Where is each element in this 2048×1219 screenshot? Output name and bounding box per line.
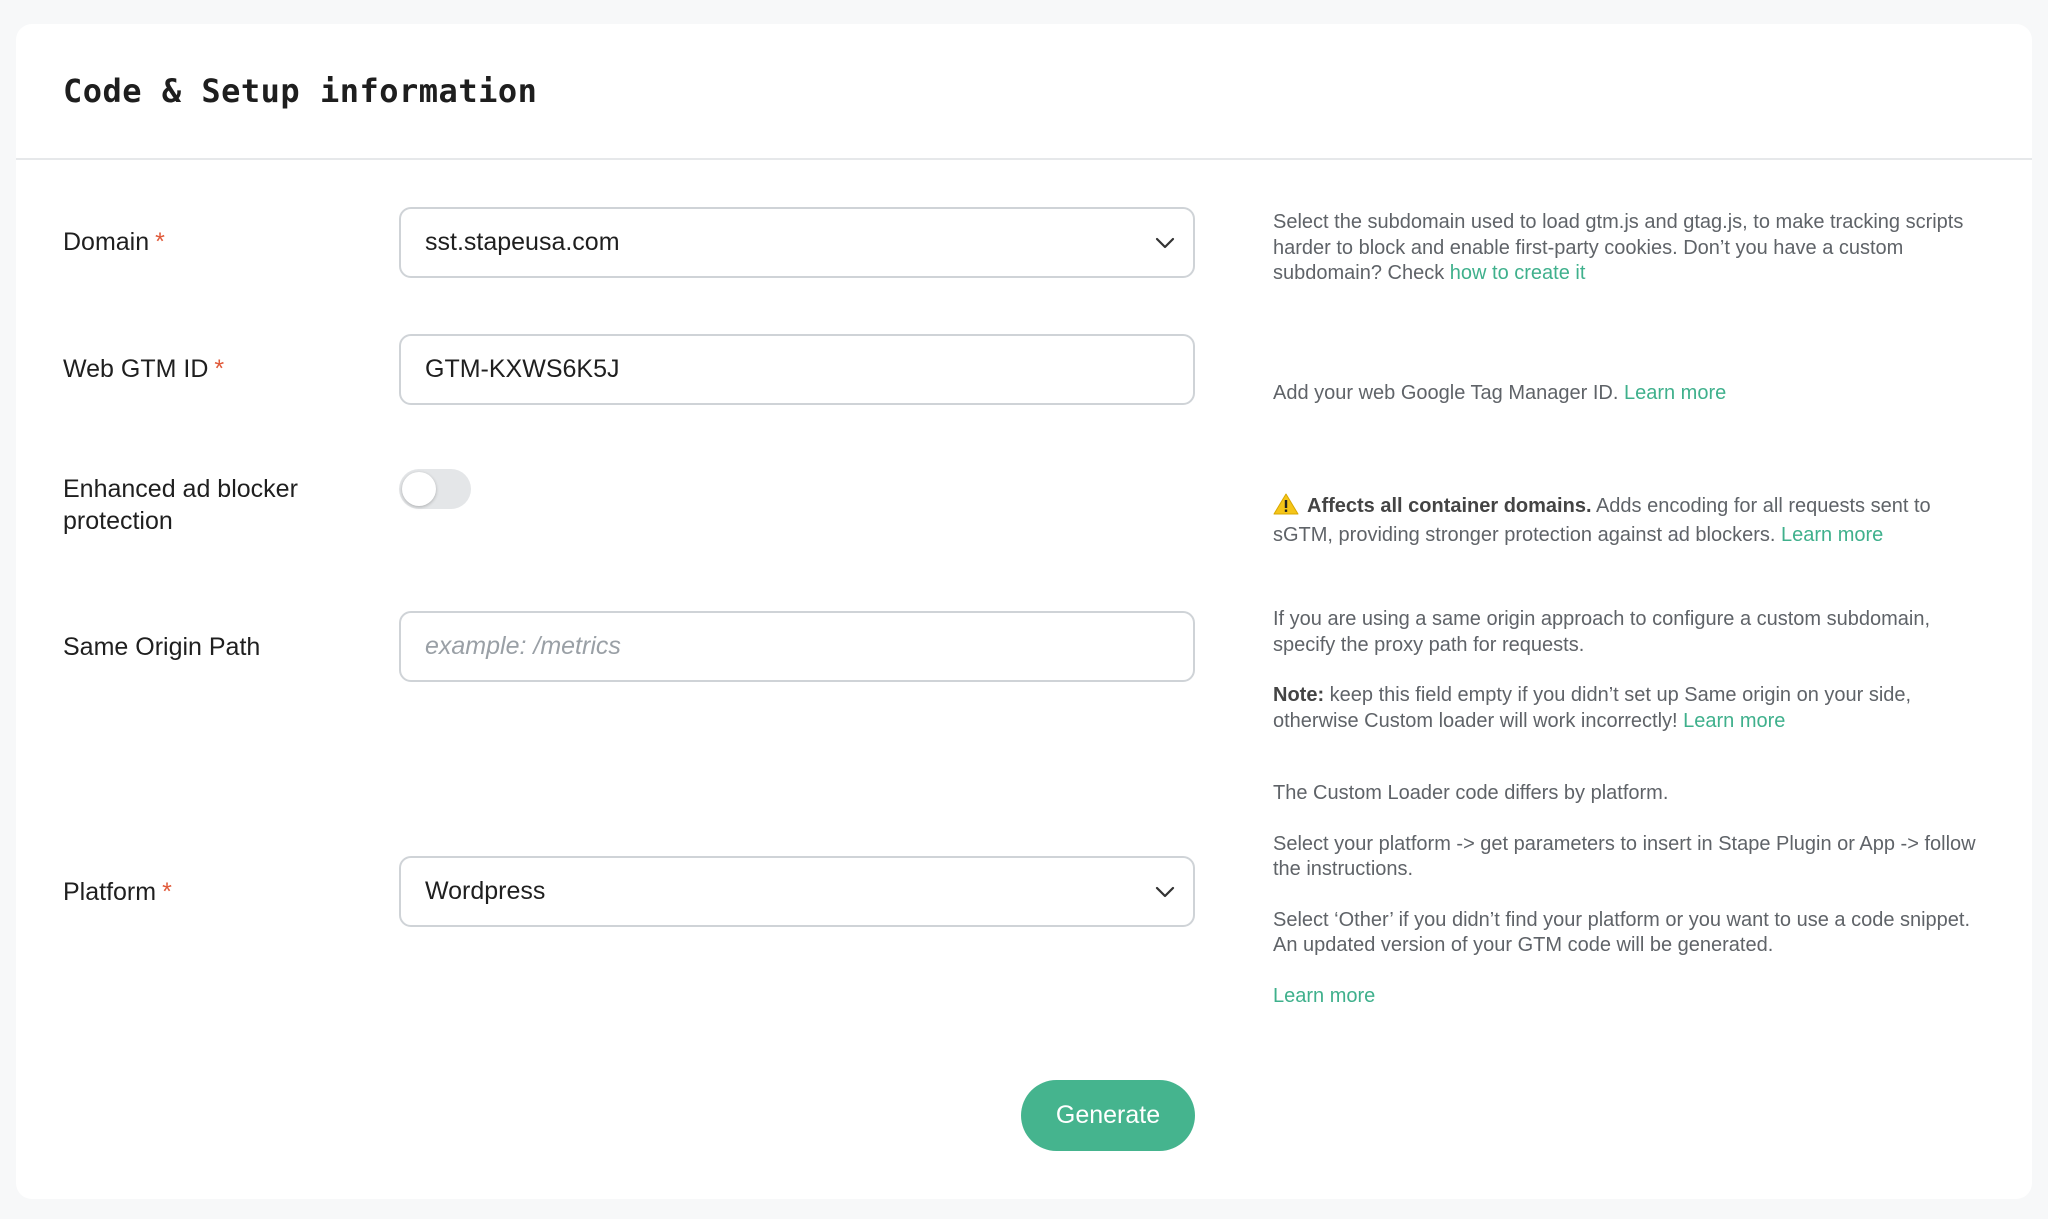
platform-help-2: Select your platform -> get parameters t… bbox=[1273, 832, 1976, 881]
required-mark: * bbox=[155, 228, 165, 256]
toggle-knob bbox=[402, 472, 436, 506]
gtm-help-text: Add your web Google Tag Manager ID. bbox=[1273, 382, 1624, 404]
generate-button[interactable]: Generate bbox=[1021, 1080, 1195, 1151]
origin-placeholder: example: /metrics bbox=[425, 632, 621, 660]
gtm-id-input[interactable]: GTM-KXWS6K5J bbox=[399, 334, 1195, 405]
domain-help: Select the subdomain used to load gtm.js… bbox=[1273, 210, 1993, 287]
adblock-help: Affects all container domains. Adds enco… bbox=[1273, 493, 1993, 548]
platform-help-3: Select ‘Other’ if you didn’t find your p… bbox=[1273, 908, 1971, 957]
platform-learn-more-link[interactable]: Learn more bbox=[1273, 985, 1375, 1007]
platform-select[interactable]: Wordpress bbox=[399, 856, 1195, 927]
same-origin-path-input[interactable]: example: /metrics bbox=[399, 611, 1195, 682]
platform-help: The Custom Loader code differs by platfo… bbox=[1273, 781, 1993, 1009]
page-title: Code & Setup information bbox=[63, 72, 538, 110]
gtm-help: Add your web Google Tag Manager ID. Lear… bbox=[1273, 381, 1993, 407]
platform-label: Platform * bbox=[63, 876, 172, 908]
chevron-down-icon bbox=[1137, 886, 1193, 898]
origin-note: Note: keep this field empty if you didn’… bbox=[1273, 683, 1993, 734]
setup-card: Code & Setup information Domain * sst.sta… bbox=[16, 24, 2032, 1199]
platform-learn-more: Learn more bbox=[1273, 984, 1993, 1010]
required-mark: * bbox=[162, 878, 172, 906]
origin-help-text: If you are using a same origin approach … bbox=[1273, 608, 1931, 656]
domain-select[interactable]: sst.stapeusa.com bbox=[399, 207, 1195, 278]
domain-label: Domain * bbox=[63, 226, 165, 258]
platform-label-text: Platform bbox=[63, 878, 157, 906]
note-label: Note: bbox=[1273, 684, 1325, 706]
note-text: keep this field empty if you didn’t set … bbox=[1273, 684, 1912, 732]
chevron-down-icon bbox=[1137, 237, 1193, 249]
platform-select-value: Wordpress bbox=[425, 877, 546, 905]
gtm-label: Web GTM ID * bbox=[63, 353, 224, 385]
domain-label-text: Domain bbox=[63, 228, 150, 256]
how-to-create-link[interactable]: how to create it bbox=[1450, 262, 1586, 284]
warning-icon bbox=[1273, 493, 1299, 523]
domain-select-value: sst.stapeusa.com bbox=[425, 228, 620, 256]
gtm-learn-more-link[interactable]: Learn more bbox=[1624, 382, 1726, 404]
adblock-learn-more-link[interactable]: Learn more bbox=[1781, 524, 1883, 546]
card-header: Code & Setup information bbox=[16, 24, 2032, 160]
platform-help-1: The Custom Loader code differs by platfo… bbox=[1273, 782, 1669, 804]
adblock-toggle[interactable] bbox=[399, 469, 471, 509]
required-mark: * bbox=[214, 355, 225, 383]
origin-help: If you are using a same origin approach … bbox=[1273, 607, 1993, 734]
gtm-label-text: Web GTM ID bbox=[63, 355, 209, 383]
adblock-help-bold: Affects all container domains. bbox=[1307, 495, 1592, 517]
adblock-label: Enhanced ad blocker protection bbox=[63, 475, 298, 535]
domain-help-text: Select the subdomain used to load gtm.js… bbox=[1273, 211, 1964, 284]
origin-label: Same Origin Path bbox=[63, 633, 261, 661]
origin-learn-more-link[interactable]: Learn more bbox=[1683, 710, 1785, 732]
gtm-id-value: GTM-KXWS6K5J bbox=[425, 355, 620, 383]
